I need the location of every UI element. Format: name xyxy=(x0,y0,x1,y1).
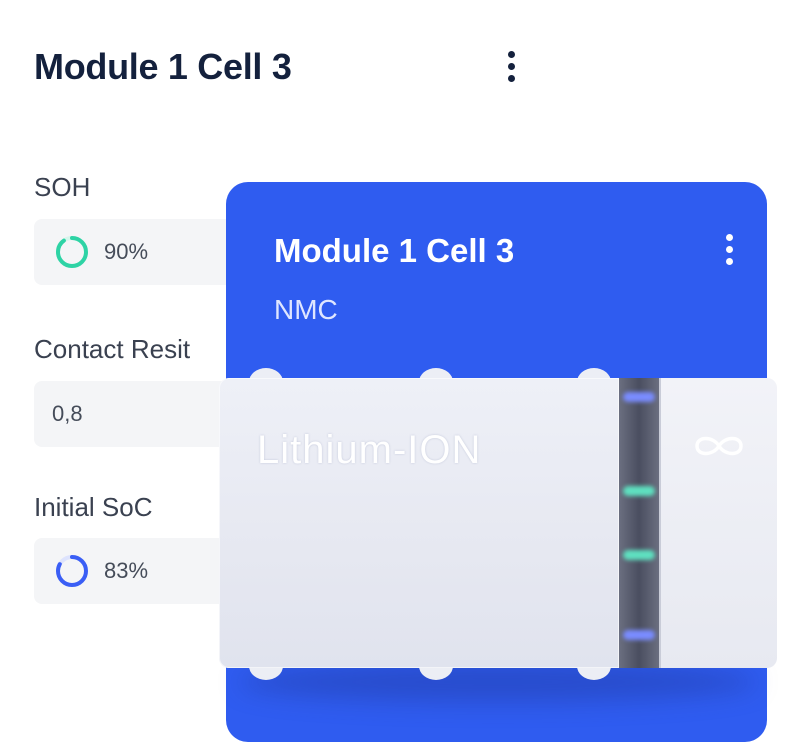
battery-led xyxy=(623,392,655,402)
page-title: Module 1 Cell 3 xyxy=(34,46,292,87)
battery-body: Lithium-ION xyxy=(219,378,619,668)
battery-led xyxy=(623,550,655,560)
battery-shadow xyxy=(239,662,757,702)
kebab-dot xyxy=(508,51,515,58)
more-options-button[interactable] xyxy=(508,51,515,82)
card-chemistry: NMC xyxy=(274,294,338,325)
initial-soc-label: Initial SoC xyxy=(34,492,153,522)
battery-band xyxy=(619,378,659,668)
battery-led xyxy=(623,630,655,640)
card-more-options-button[interactable] xyxy=(726,234,733,265)
kebab-dot xyxy=(726,234,733,241)
battery-led xyxy=(623,486,655,496)
soh-label: SOH xyxy=(34,172,91,202)
battery-illustration: Lithium-ION xyxy=(219,368,777,702)
kebab-dot xyxy=(508,63,515,70)
soh-progress-ring-icon xyxy=(56,236,88,268)
kebab-dot xyxy=(726,258,733,265)
infinity-icon xyxy=(695,436,743,456)
contact-resistance-label: Contact Resit xyxy=(34,334,191,364)
contact-resistance-value: 0,8 xyxy=(52,401,83,426)
soh-value: 90% xyxy=(104,239,149,264)
initial-soc-value: 83% xyxy=(104,558,149,583)
battery-cap xyxy=(659,378,777,668)
soc-progress-ring-icon xyxy=(56,555,88,587)
card-title: Module 1 Cell 3 xyxy=(274,232,515,269)
kebab-dot xyxy=(726,246,733,253)
kebab-dot xyxy=(508,75,515,82)
battery-label: Lithium-ION xyxy=(257,428,482,472)
